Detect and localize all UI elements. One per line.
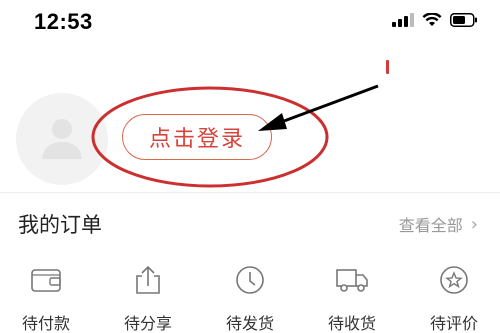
order-label: 待评价 xyxy=(429,314,478,333)
orders-title: 我的订单 xyxy=(18,213,102,237)
truck-icon xyxy=(334,262,370,298)
order-pending-payment[interactable]: 待付款 xyxy=(16,262,76,333)
order-label: 待付款 xyxy=(21,314,70,333)
clock-icon xyxy=(232,262,268,298)
order-label: 待分享 xyxy=(123,314,172,333)
order-pending-shipment[interactable]: 待发货 xyxy=(220,262,280,333)
view-all-label: 查看全部 xyxy=(398,216,463,235)
order-pending-share[interactable]: 待分享 xyxy=(118,262,178,333)
share-icon xyxy=(130,262,166,298)
order-label: 待发货 xyxy=(225,314,274,333)
red-tick-mark xyxy=(386,60,389,74)
default-avatar-icon xyxy=(36,111,88,167)
status-icons xyxy=(392,13,478,27)
order-pending-review[interactable]: 待评价 xyxy=(424,262,484,333)
section-divider xyxy=(0,192,500,193)
cellular-signal-icon xyxy=(392,13,414,27)
order-status-row: 待付款 待分享 待发货 待收货 待评价 xyxy=(0,262,500,333)
order-label: 待收货 xyxy=(327,314,376,333)
wallet-icon xyxy=(28,262,64,298)
review-star-icon xyxy=(436,262,472,298)
order-pending-receipt[interactable]: 待收货 xyxy=(322,262,382,333)
status-time: 12:53 xyxy=(34,9,93,34)
annotation-arrow-line xyxy=(275,84,379,126)
wifi-icon xyxy=(422,13,442,27)
view-all-orders-link[interactable]: 查看全部 › xyxy=(399,212,478,236)
chevron-right-icon: › xyxy=(470,213,478,235)
login-button[interactable]: 点击登录 xyxy=(122,114,272,160)
avatar[interactable] xyxy=(16,93,108,185)
battery-icon xyxy=(450,13,478,27)
